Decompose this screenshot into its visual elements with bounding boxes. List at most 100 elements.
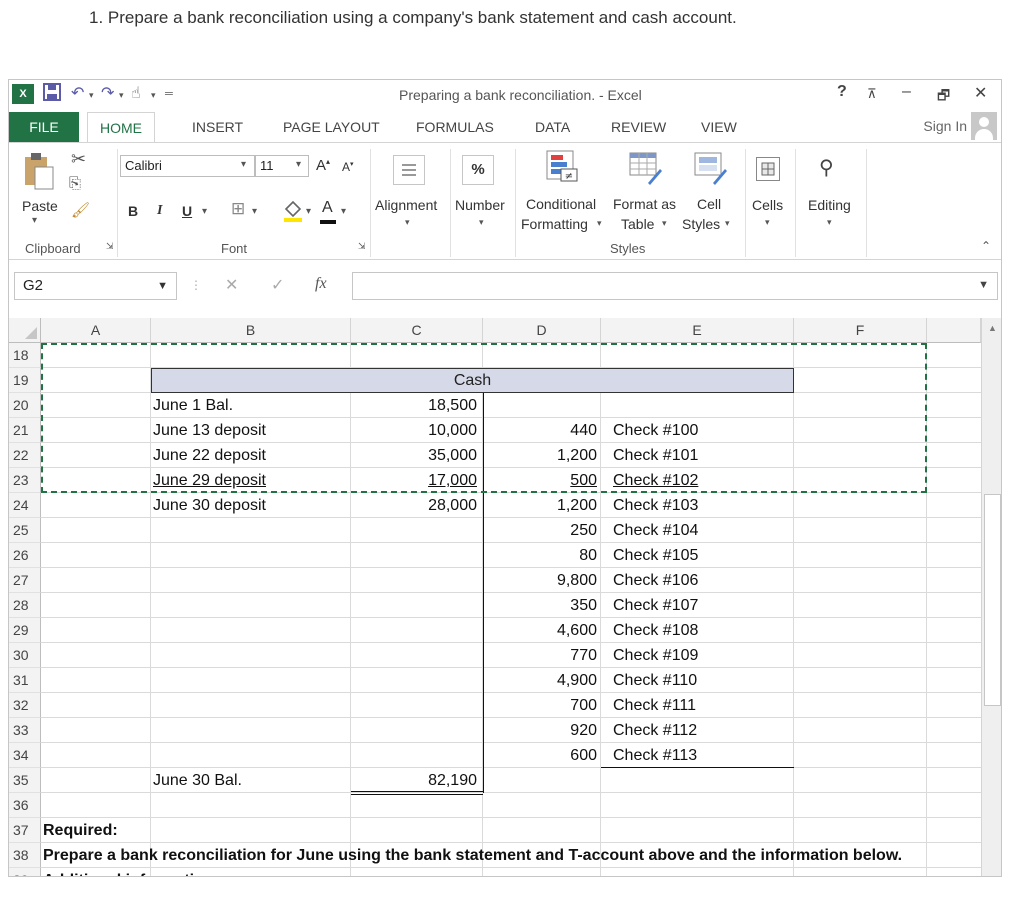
credit-amount-cell[interactable]: 920 — [485, 718, 597, 743]
format-as-table-line1[interactable]: Format as — [613, 196, 676, 212]
paste-icon[interactable] — [23, 151, 57, 190]
cut-icon[interactable]: ✂ — [71, 149, 86, 170]
credit-amount-cell[interactable]: 250 — [485, 518, 597, 543]
format-painter-icon[interactable]: 🖌 — [71, 201, 90, 219]
tab-home[interactable]: HOME — [87, 112, 155, 142]
cancel-icon[interactable]: ✕ — [225, 275, 238, 295]
format-as-table-line2[interactable]: Table — [621, 216, 654, 232]
row-header-19[interactable]: 19 — [9, 368, 41, 393]
tab-file[interactable]: FILE — [9, 112, 79, 142]
font-size-dropdown-icon[interactable]: ▾ — [296, 159, 301, 170]
help-button[interactable]: ? — [837, 83, 847, 101]
row-header-38[interactable]: 38 — [9, 843, 41, 868]
tab-review[interactable]: REVIEW — [611, 112, 666, 142]
cell-styles-icon[interactable] — [693, 151, 727, 185]
binoculars-icon[interactable]: ⚲ — [819, 155, 834, 180]
underline-dropdown-icon[interactable]: ▾ — [202, 206, 207, 217]
font-launcher-icon[interactable]: ⇲ — [358, 241, 366, 252]
column-header-d[interactable]: D — [483, 318, 601, 343]
credit-check-cell[interactable]: Check #109 — [613, 643, 793, 668]
redo-dropdown-icon[interactable]: ▾ — [119, 90, 124, 101]
credit-check-cell[interactable]: Check #110 — [613, 668, 793, 693]
avatar[interactable] — [971, 112, 997, 140]
format-table-dropdown-icon[interactable]: ▾ — [662, 218, 667, 229]
font-name-dropdown-icon[interactable]: ▾ — [241, 159, 246, 170]
customize-toolbar-icon[interactable]: ═ — [165, 88, 173, 100]
row-header-37[interactable]: 37 — [9, 818, 41, 843]
underline-button[interactable]: U — [182, 203, 192, 219]
row-header-18[interactable]: 18 — [9, 343, 41, 368]
credit-amount-cell[interactable]: 4,600 — [485, 618, 597, 643]
conditional-formatting-line1[interactable]: Conditional — [526, 196, 596, 212]
restore-button[interactable]: 🗗 — [937, 85, 950, 109]
tab-insert[interactable]: INSERT — [192, 112, 243, 142]
format-as-table-icon[interactable] — [628, 151, 662, 185]
row-header-28[interactable]: 28 — [9, 593, 41, 618]
column-header-a[interactable]: A — [41, 318, 151, 343]
borders-dropdown-icon[interactable]: ▾ — [252, 206, 257, 217]
shrink-font-icon[interactable]: A▾ — [342, 160, 354, 174]
conditional-dropdown-icon[interactable]: ▾ — [597, 218, 602, 229]
minimize-button[interactable]: – — [902, 83, 911, 101]
row-header-36[interactable]: 36 — [9, 793, 41, 818]
cells-button[interactable]: Cells — [752, 197, 783, 213]
collapse-ribbon-icon[interactable]: ⌃ — [981, 239, 991, 253]
number-dropdown-icon[interactable]: ▾ — [479, 217, 484, 228]
credit-check-cell[interactable]: Check #105 — [613, 543, 793, 568]
conditional-formatting-icon[interactable]: ≠ — [545, 149, 579, 183]
number-button[interactable]: Number — [455, 197, 505, 213]
credit-amount-cell[interactable]: 350 — [485, 593, 597, 618]
credit-check-cell[interactable]: Check #104 — [613, 518, 793, 543]
alignment-button[interactable]: Alignment — [375, 197, 437, 213]
credit-amount-cell[interactable]: 1,200 — [485, 493, 597, 518]
ending-balance-amount[interactable]: 82,190 — [353, 768, 477, 793]
touch-dropdown-icon[interactable]: ▾ — [151, 90, 156, 101]
font-color-icon[interactable]: A — [322, 199, 333, 217]
row-header-30[interactable]: 30 — [9, 643, 41, 668]
debit-amount-cell[interactable]: 28,000 — [353, 493, 477, 518]
touch-mode-icon[interactable]: ☝ — [131, 83, 141, 103]
credit-check-cell[interactable]: Check #112 — [613, 718, 793, 743]
scrollbar-thumb[interactable] — [984, 494, 1001, 706]
additional-info-label[interactable]: Additional information: — [43, 868, 443, 876]
debit-label-cell[interactable]: June 30 deposit — [153, 493, 349, 518]
credit-amount-cell[interactable]: 80 — [485, 543, 597, 568]
italic-button[interactable]: I — [157, 203, 162, 219]
editing-dropdown-icon[interactable]: ▾ — [827, 217, 832, 228]
percent-icon[interactable]: % — [462, 155, 494, 185]
row-header-29[interactable]: 29 — [9, 618, 41, 643]
sign-in-link[interactable]: Sign In — [923, 118, 967, 134]
paste-label[interactable]: Paste — [22, 198, 58, 214]
name-box[interactable]: G2 ▼ — [14, 272, 177, 300]
grow-font-icon[interactable]: A▴ — [316, 157, 330, 174]
spreadsheet-grid[interactable]: A B C D E F 18 19 20 21 22 23 24 25 26 27 28 29 30 31… — [9, 318, 981, 876]
cell-styles-line2[interactable]: Styles — [682, 216, 720, 232]
column-header-c[interactable]: C — [351, 318, 483, 343]
editing-button[interactable]: Editing — [808, 197, 851, 213]
tab-view[interactable]: VIEW — [701, 112, 737, 142]
row-header-33[interactable]: 33 — [9, 718, 41, 743]
credit-check-cell[interactable]: Check #106 — [613, 568, 793, 593]
credit-check-cell[interactable]: Check #107 — [613, 593, 793, 618]
row-header-21[interactable]: 21 — [9, 418, 41, 443]
credit-check-cell[interactable]: Check #111 — [613, 693, 793, 718]
scroll-up-icon[interactable]: ▲ — [988, 323, 997, 333]
row-header-35[interactable]: 35 — [9, 768, 41, 793]
credit-amount-cell[interactable]: 4,900 — [485, 668, 597, 693]
close-button[interactable]: ✕ — [974, 83, 987, 103]
vertical-scrollbar[interactable]: ▲ — [981, 318, 1001, 876]
required-instructions[interactable]: Prepare a bank reconciliation for June u… — [43, 843, 973, 868]
row-header-32[interactable]: 32 — [9, 693, 41, 718]
font-color-dropdown-icon[interactable]: ▾ — [341, 206, 346, 217]
clipboard-launcher-icon[interactable]: ⇲ — [106, 241, 114, 252]
cells-dropdown-icon[interactable]: ▾ — [765, 217, 770, 228]
redo-icon[interactable]: ↷ — [101, 83, 114, 103]
row-header-25[interactable]: 25 — [9, 518, 41, 543]
formula-expand-icon[interactable]: ▼ — [978, 279, 989, 291]
font-name-select[interactable]: Calibri — [120, 155, 255, 177]
insert-function-icon[interactable]: fx — [315, 275, 327, 293]
select-all-corner[interactable] — [9, 318, 41, 343]
undo-icon[interactable]: ↶ — [71, 83, 84, 103]
credit-amount-cell[interactable]: 700 — [485, 693, 597, 718]
column-header-f[interactable]: F — [794, 318, 927, 343]
